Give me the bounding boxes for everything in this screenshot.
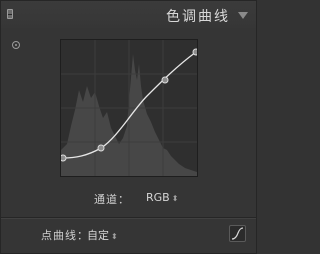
tone-curve-panel: 色调曲线 通道： RGB ⬍ 点曲线： 自定 ⬍ [0, 0, 257, 254]
channel-label: 通道： [94, 193, 130, 206]
updown-arrows-icon: ⬍ [171, 194, 179, 203]
updown-arrows-icon: ⬍ [111, 232, 118, 241]
divider-highlight [1, 218, 256, 219]
point-curve-select[interactable]: 自定 ⬍ [87, 227, 118, 243]
channel-value: RGB [146, 191, 170, 204]
point-curve-label: 点曲线： [41, 229, 89, 242]
curve-graph[interactable] [60, 39, 198, 177]
curve-point[interactable] [97, 144, 105, 152]
point-curve-row: 点曲线： 自定 ⬍ [1, 225, 256, 243]
panel-title: 色调曲线 [166, 9, 230, 25]
panel-switch-icon[interactable] [7, 9, 13, 19]
curve-point[interactable] [61, 154, 67, 162]
curve-point[interactable] [161, 76, 169, 84]
curve-point[interactable] [192, 48, 197, 56]
curve-svg [61, 40, 197, 176]
point-curve-value: 自定 [87, 229, 109, 242]
target-adjust-icon[interactable] [12, 41, 20, 49]
channel-select[interactable]: RGB ⬍ [146, 191, 178, 204]
panel-header[interactable]: 色调曲线 [1, 1, 256, 28]
collapse-icon[interactable] [238, 12, 248, 19]
channel-row: 通道： RGB ⬍ [1, 191, 256, 207]
curve-toggle-icon [231, 227, 244, 240]
curve-toggle-button[interactable] [229, 225, 246, 242]
